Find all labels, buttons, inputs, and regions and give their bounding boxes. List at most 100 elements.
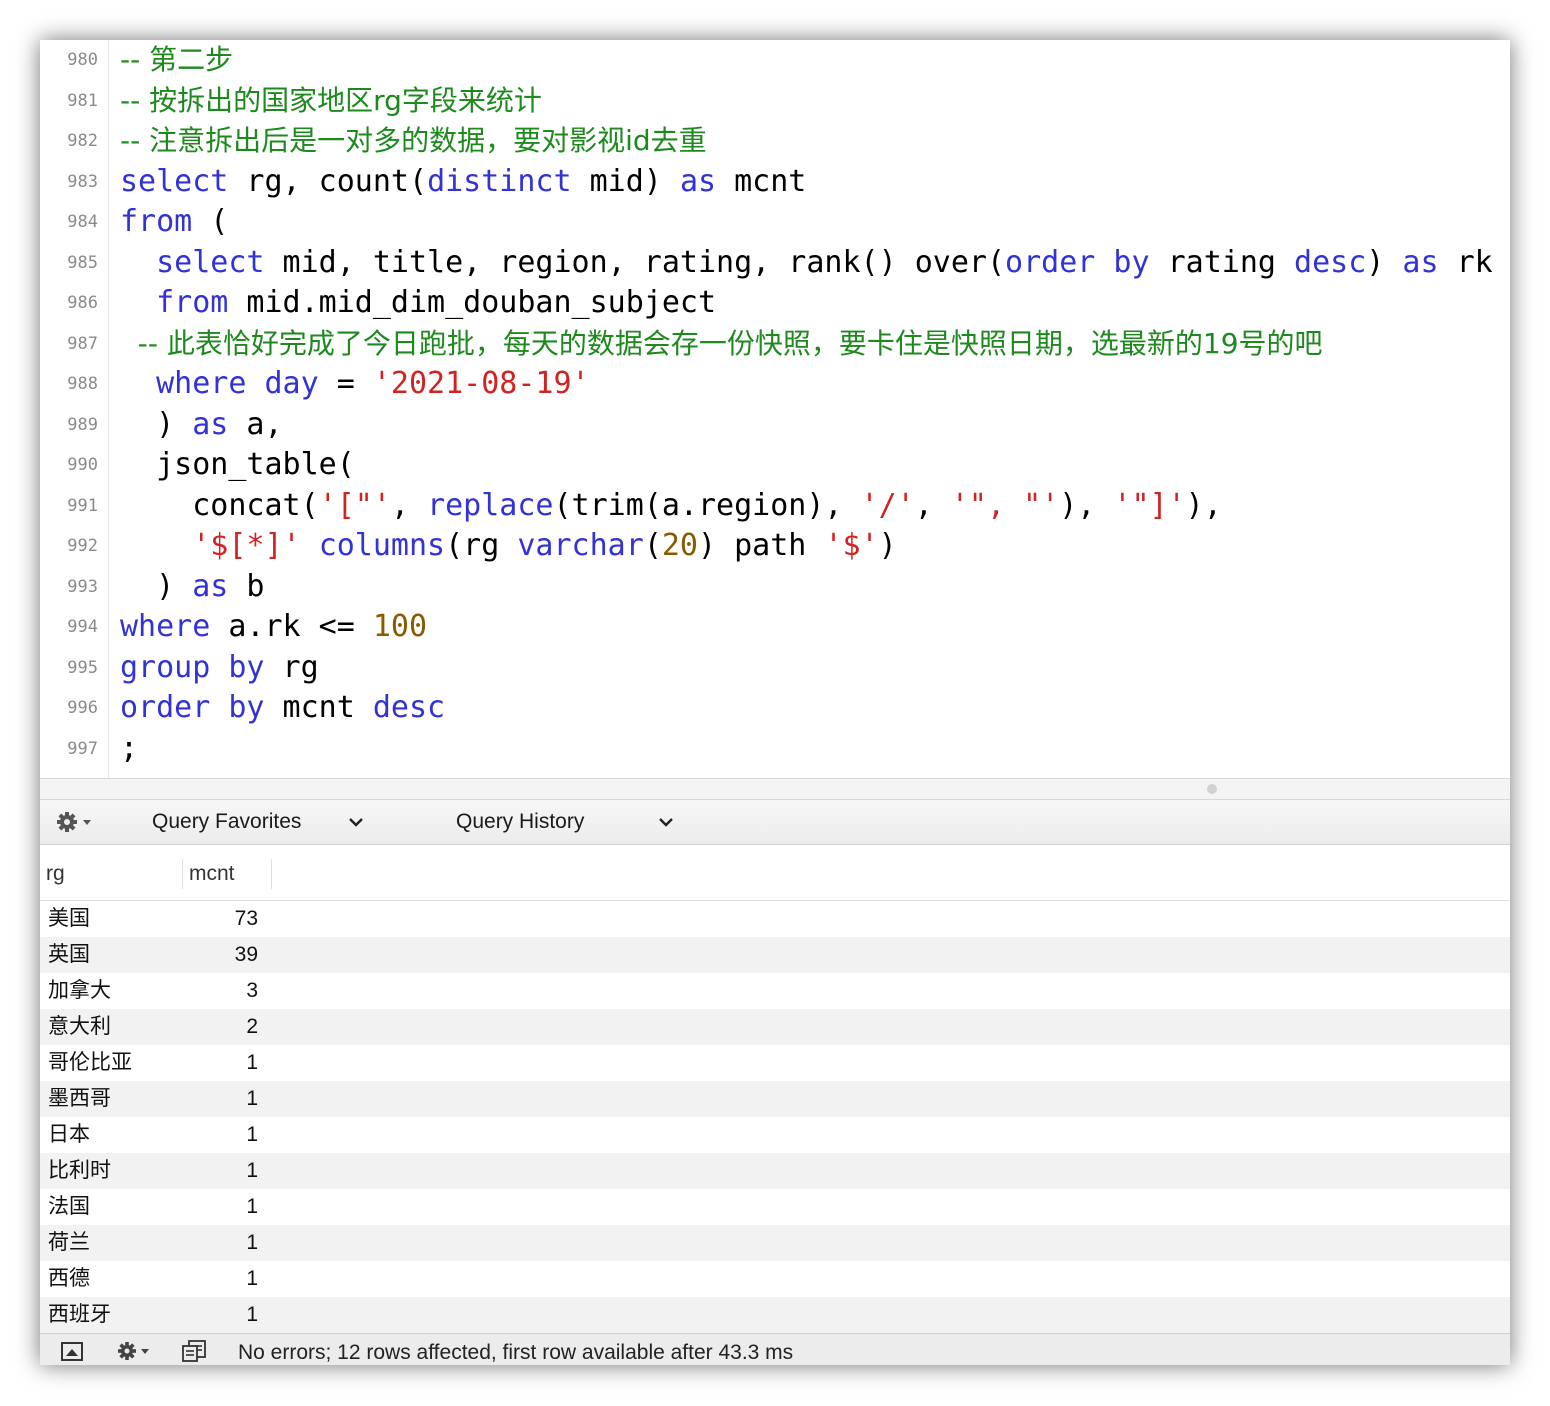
code-token: -- 按拆出的国家地区rg字段来统计 [120, 83, 542, 117]
code-line[interactable]: 992 '$[*]' columns(rg varchar(20) path '… [40, 526, 1510, 566]
code-token: rk [1438, 244, 1493, 280]
column-header-rg[interactable]: rg [46, 859, 176, 889]
code-token: ( [643, 528, 662, 563]
code-line[interactable]: 990 json_table( [40, 445, 1510, 485]
code-token: rg [264, 649, 319, 685]
table-row[interactable]: 日本 1 [40, 1117, 1510, 1153]
cell-rg: 日本 [48, 1123, 90, 1146]
line-number: 996 [67, 698, 98, 718]
cell-rg: 美国 [48, 907, 90, 930]
toggle-panel-icon[interactable] [60, 1340, 84, 1362]
line-number: 997 [67, 738, 98, 759]
results-table: rg mcnt 美国 73 英国 39 加拿大 3 意大利 2 哥伦比亚 1 墨西哥 1 日本 1 比利时 1… [40, 845, 1510, 1333]
cell-mcnt: 1 [246, 1231, 258, 1254]
table-row[interactable]: 加拿大 3 [40, 973, 1510, 1009]
line-number: 983 [67, 171, 98, 192]
code-token: -- 注意拆出后是一对多的数据，要对影视id去重 [120, 124, 707, 157]
sql-editor[interactable]: 980 -- 第二步 981 -- 按拆出的国家地区rg字段来统计 982 -- 注意拆出… [40, 40, 1510, 778]
code-line[interactable]: 993 ) as b [40, 567, 1510, 607]
code-text: from mid.mid_dim_douban_subject [120, 285, 716, 321]
code-line[interactable]: 983 select rg, count(distinct mid) as mcn… [40, 162, 1510, 202]
code-line[interactable]: 997; [40, 729, 1510, 769]
table-row[interactable]: 哥伦比亚 1 [40, 1045, 1510, 1081]
code-text: where a.rk <= 100 [120, 609, 427, 645]
code-line[interactable]: 989 ) as a, [40, 405, 1510, 445]
gear-icon[interactable] [56, 808, 96, 836]
pane-splitter[interactable] [40, 778, 1510, 800]
cell-mcnt: 39 [234, 943, 258, 966]
cell-mcnt: 1 [246, 1303, 258, 1326]
code-line[interactable]: 988 where day = '2021-08-19' [40, 364, 1510, 404]
column-header-mcnt[interactable]: mcnt [182, 859, 272, 889]
query-toolbar: Query Favorites Query History [40, 800, 1510, 845]
code-token: mid) [571, 163, 680, 199]
code-token: '"]' [1113, 487, 1186, 523]
code-token: a.rk <= [210, 609, 373, 644]
code-text: json_table( [120, 447, 355, 483]
code-token: '", "' [950, 487, 1060, 523]
code-token: rating [1149, 244, 1295, 280]
code-token: ) path [698, 528, 825, 563]
cell-rg: 西德 [48, 1267, 90, 1290]
code-text: select mid, title, region, rating, rank(… [120, 245, 1493, 281]
table-row[interactable]: 意大利 2 [40, 1009, 1510, 1045]
code-token: order by [120, 690, 265, 725]
table-row[interactable]: 比利时 1 [40, 1153, 1510, 1189]
code-text: -- 按拆出的国家地区rg字段来统计 [120, 83, 542, 119]
code-line[interactable]: 980 -- 第二步 [40, 40, 1510, 80]
code-text: -- 第二步 [120, 42, 233, 78]
code-line[interactable]: 991 concat('["', replace(trim(a.region),… [40, 486, 1510, 526]
table-row[interactable]: 西班牙 1 [40, 1297, 1510, 1333]
line-number: 988 [67, 374, 98, 394]
code-token: mid, title, region, rating, rank() over( [264, 244, 1006, 280]
cell-mcnt: 1 [246, 1195, 258, 1218]
code-token: ) [120, 568, 193, 604]
code-line[interactable]: 995 group by rg [40, 648, 1510, 688]
code-token: as [192, 406, 229, 442]
code-token: day [264, 366, 319, 401]
cell-mcnt: 3 [246, 979, 258, 1002]
cell-mcnt: 1 [246, 1267, 258, 1290]
code-line[interactable]: 984 from ( [40, 202, 1510, 242]
code-line[interactable]: 996 order by mcnt desc [40, 688, 1510, 728]
query-history-button[interactable]: Query History [456, 806, 676, 838]
cell-mcnt: 1 [246, 1087, 258, 1110]
code-token: varchar [517, 528, 644, 563]
table-row[interactable]: 法国 1 [40, 1189, 1510, 1225]
table-row[interactable]: 英国 39 [40, 937, 1510, 973]
app-window: 980 -- 第二步 981 -- 按拆出的国家地区rg字段来统计 982 -- 注意拆出… [40, 40, 1510, 1365]
code-token: where [156, 366, 247, 401]
gear-icon[interactable] [116, 1340, 156, 1362]
code-token: 20 [661, 528, 698, 563]
table-row[interactable]: 西德 1 [40, 1261, 1510, 1297]
table-row[interactable]: 墨西哥 1 [40, 1081, 1510, 1117]
code-token: (trim(a.region), [553, 487, 861, 523]
code-token: json_table( [120, 447, 355, 482]
code-line[interactable]: 987 -- 此表恰好完成了今日跑批，每天的数据会存一份快照，要卡住是快照日期，… [40, 324, 1510, 364]
code-token: group by [120, 649, 265, 685]
table-row[interactable]: 美国 73 [40, 901, 1510, 937]
code-token: '2021-08-19' [372, 366, 590, 401]
code-text: -- 此表恰好完成了今日跑批，每天的数据会存一份快照，要卡住是快照日期，选最新的… [120, 326, 1323, 362]
code-line[interactable]: 985 select mid, title, region, rating, r… [40, 243, 1510, 283]
cell-rg: 西班牙 [48, 1303, 111, 1326]
code-token: ) [878, 528, 897, 563]
code-line[interactable]: 982 -- 注意拆出后是一对多的数据，要对影视id去重 [40, 121, 1510, 161]
table-row[interactable]: 荷兰 1 [40, 1225, 1510, 1261]
code-token: -- 此表恰好完成了今日跑批，每天的数据会存一份快照，要卡住是快照日期，选最新的… [120, 326, 1323, 360]
code-token: = [318, 366, 373, 401]
code-token: order by [1005, 244, 1150, 280]
cell-rg: 墨西哥 [48, 1087, 111, 1110]
query-favorites-button[interactable]: Query Favorites [152, 806, 372, 838]
line-number: 995 [67, 657, 98, 678]
code-token: a, [228, 406, 283, 442]
code-line[interactable]: 994 where a.rk <= 100 [40, 607, 1510, 647]
cell-mcnt: 1 [246, 1159, 258, 1182]
copy-results-icon[interactable] [180, 1340, 210, 1362]
code-line[interactable]: 981 -- 按拆出的国家地区rg字段来统计 [40, 81, 1510, 121]
cell-rg: 哥伦比亚 [48, 1051, 132, 1074]
splitter-handle[interactable] [1207, 784, 1217, 794]
code-line[interactable]: 986 from mid.mid_dim_douban_subject [40, 283, 1510, 323]
cell-rg: 法国 [48, 1195, 90, 1218]
